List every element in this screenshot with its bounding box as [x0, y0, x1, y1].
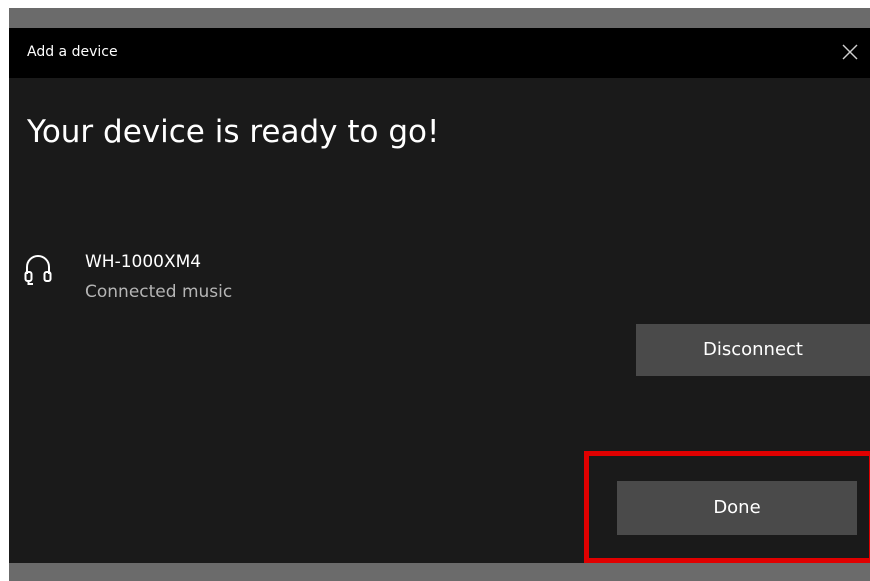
disconnect-button[interactable]: Disconnect	[636, 324, 870, 376]
screenshot-frame: Add a device Your device is ready to go!…	[0, 0, 870, 581]
device-status: Connected music	[85, 282, 233, 302]
close-button[interactable]	[830, 28, 870, 78]
add-device-dialog: Add a device Your device is ready to go!…	[9, 8, 870, 581]
device-name: WH-1000XM4	[85, 252, 202, 272]
headphones-icon	[24, 255, 52, 285]
done-button[interactable]: Done	[617, 481, 857, 535]
close-icon	[842, 44, 858, 60]
title-bar: Add a device	[9, 28, 870, 78]
window-title: Add a device	[27, 44, 118, 60]
top-edge-strip	[9, 8, 870, 28]
device-item: WH-1000XM4 Connected music	[23, 248, 423, 308]
bottom-edge-strip	[9, 563, 870, 581]
page-title: Your device is ready to go!	[27, 114, 440, 150]
